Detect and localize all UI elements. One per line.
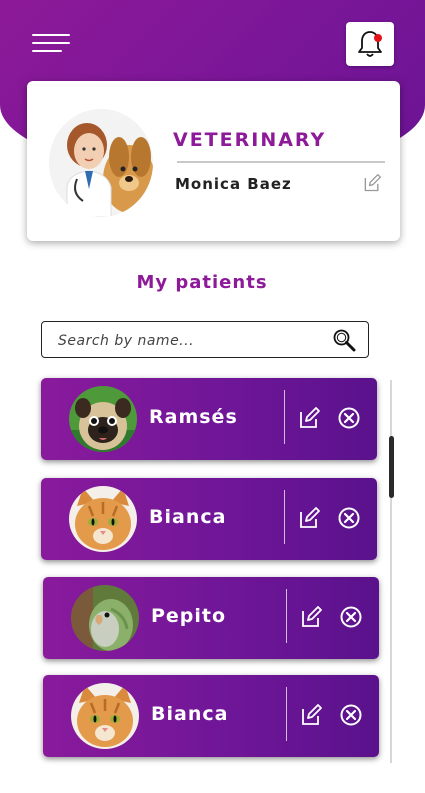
edit-icon[interactable] <box>297 506 321 530</box>
scrollbar-thumb[interactable] <box>389 436 394 498</box>
pet-avatar <box>71 683 139 749</box>
card-divider <box>286 589 287 643</box>
patient-card[interactable]: Bianca <box>43 675 379 757</box>
hamburger-icon-line <box>32 42 70 44</box>
pet-name: Ramsés <box>149 406 238 428</box>
close-circle-icon[interactable] <box>337 506 361 530</box>
close-circle-icon[interactable] <box>339 605 363 629</box>
edit-icon[interactable] <box>297 406 321 430</box>
hamburger-icon-line <box>32 34 70 36</box>
search-icon[interactable] <box>332 328 356 352</box>
notifications-button[interactable] <box>346 22 394 66</box>
pet-name: Bianca <box>151 703 229 725</box>
vet-avatar <box>49 109 153 217</box>
notification-dot <box>374 34 382 42</box>
edit-icon[interactable] <box>299 605 323 629</box>
edit-icon[interactable] <box>299 703 323 727</box>
edit-icon[interactable] <box>362 173 382 193</box>
card-divider <box>284 490 285 544</box>
menu-button[interactable] <box>32 34 70 54</box>
card-divider <box>286 687 287 741</box>
patient-card[interactable]: Bianca <box>41 478 377 560</box>
section-title: My patients <box>136 272 268 293</box>
pet-avatar <box>71 585 139 651</box>
hamburger-icon-line <box>32 50 62 52</box>
vet-role: VETERINARY <box>173 129 327 151</box>
divider-line <box>177 161 385 163</box>
search-box <box>41 321 369 358</box>
close-circle-icon[interactable] <box>337 406 361 430</box>
card-divider <box>284 390 285 444</box>
pet-avatar <box>69 386 137 452</box>
patient-card[interactable]: Pepito <box>43 577 379 659</box>
pet-name: Bianca <box>149 506 227 528</box>
pet-avatar <box>69 486 137 552</box>
vet-name: Monica Baez <box>175 175 292 193</box>
patient-card[interactable]: Ramsés <box>41 378 377 460</box>
search-input[interactable] <box>56 328 330 354</box>
pet-name: Pepito <box>151 605 227 627</box>
profile-card: VETERINARY Monica Baez <box>27 81 400 241</box>
close-circle-icon[interactable] <box>339 703 363 727</box>
